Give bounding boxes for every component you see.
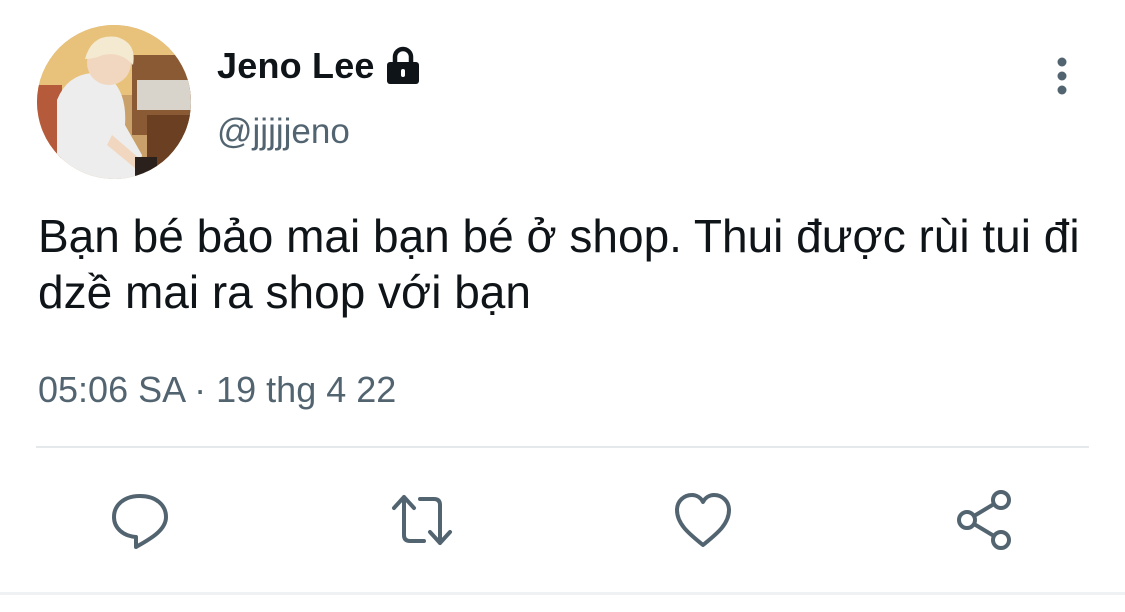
like-button[interactable] <box>671 488 735 552</box>
tweet-text: Bạn bé bảo mai bạn bé ở shop. Thui được … <box>38 210 1080 318</box>
profile-photo <box>37 25 191 179</box>
tweet-card: Jeno Lee @jjjjjeno Bạn bé bảo mai bạn bé… <box>0 0 1125 612</box>
share-button[interactable] <box>953 488 1017 552</box>
avatar[interactable] <box>37 25 191 179</box>
more-vertical-icon <box>1057 57 1067 95</box>
reply-icon <box>112 494 168 549</box>
tweet-actions <box>0 488 1125 552</box>
more-options-button[interactable] <box>1046 52 1078 100</box>
bottom-divider <box>0 592 1125 595</box>
name-row: Jeno Lee <box>217 44 423 88</box>
tweet-timestamp[interactable]: 05:06 SA · 19 thg 4 22 <box>38 368 396 412</box>
lock-icon <box>383 44 423 88</box>
user-handle[interactable]: @jjjjjeno <box>217 110 350 154</box>
reply-button[interactable] <box>108 488 172 552</box>
share-icon <box>957 490 1011 550</box>
display-name[interactable]: Jeno Lee <box>217 44 375 88</box>
retweet-icon <box>392 495 452 545</box>
retweet-button[interactable] <box>390 488 454 552</box>
like-icon <box>675 493 731 547</box>
divider <box>36 446 1089 448</box>
